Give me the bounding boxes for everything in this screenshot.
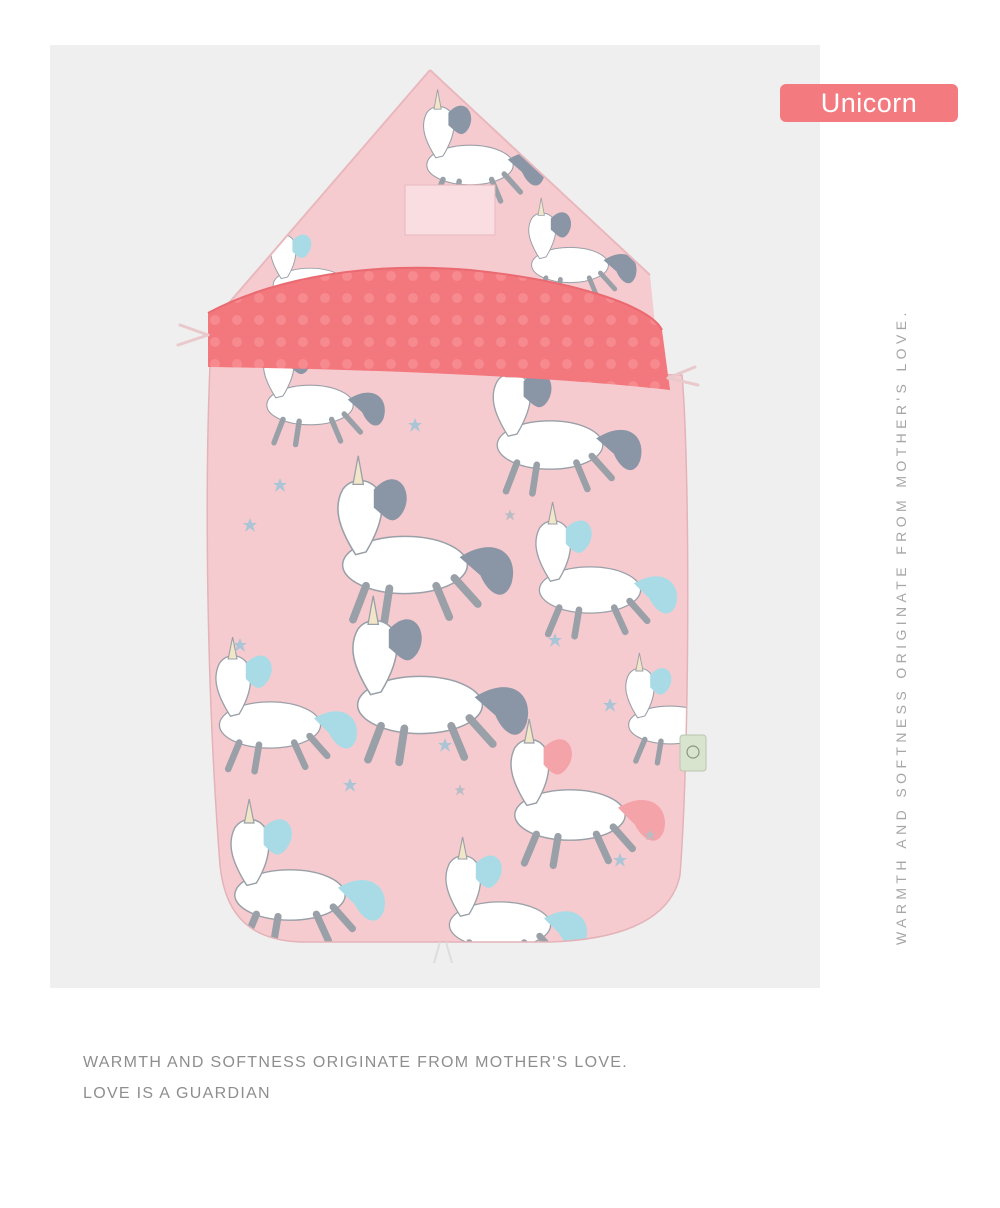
sleeping-bag-image [176, 69, 707, 964]
product-photo [50, 45, 820, 988]
variant-badge: Unicorn [780, 84, 958, 122]
caption-line-1: WARMTH AND SOFTNESS ORIGINATE FROM MOTHE… [83, 1054, 629, 1071]
vertical-tagline: WARMTH AND SOFTNESS ORIGINATE FROM MOTHE… [893, 308, 909, 945]
caption-line-2: LOVE IS A GUARDIAN [83, 1085, 271, 1102]
